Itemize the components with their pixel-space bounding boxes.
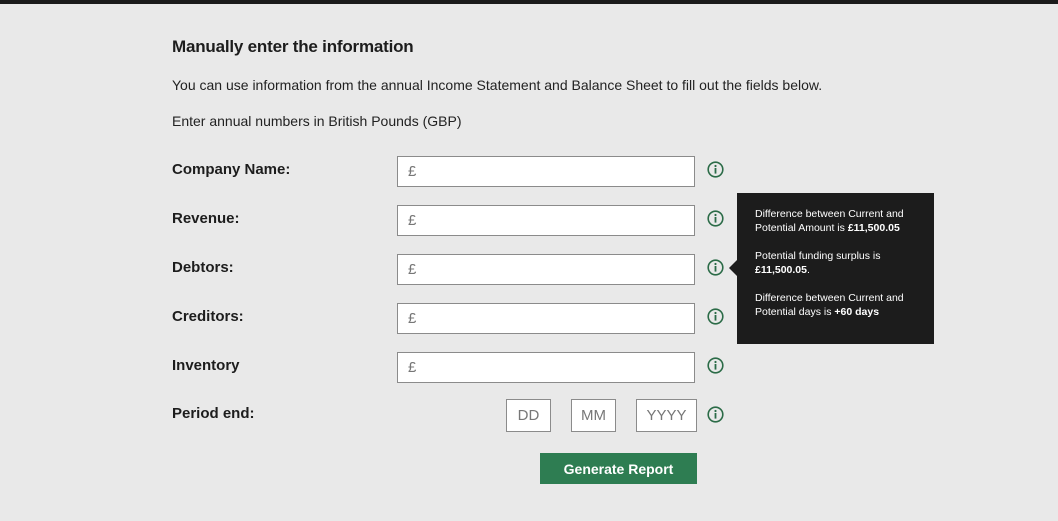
tooltip-days-difference: Difference between Current and Potential… (755, 291, 924, 319)
debtors-label: Debtors: (172, 259, 234, 276)
company-name-input[interactable] (397, 156, 695, 187)
creditors-input[interactable] (397, 303, 695, 334)
period-end-label: Period end: (172, 405, 255, 422)
revenue-label: Revenue: (172, 210, 240, 227)
tooltip-text: . (806, 264, 810, 276)
tooltip-funding-surplus: Potential funding surplus is £11,500.05. (755, 249, 924, 277)
period-end-month-input[interactable] (571, 399, 616, 432)
info-circle-icon[interactable] (707, 357, 724, 374)
period-end-day-input[interactable] (506, 399, 551, 432)
tooltip-value: £11,500.05 (755, 264, 807, 276)
tooltip-value: £11,500.05 (847, 222, 900, 234)
tooltip-text: Difference between Current and Potential… (755, 292, 904, 318)
info-circle-icon[interactable] (707, 210, 724, 227)
info-circle-icon[interactable] (707, 406, 724, 423)
info-circle-icon[interactable] (707, 308, 724, 325)
revenue-input[interactable] (397, 205, 695, 236)
period-end-year-input[interactable] (636, 399, 697, 432)
company-name-label: Company Name: (172, 161, 291, 178)
info-circle-icon[interactable] (707, 161, 724, 178)
inventory-input[interactable] (397, 352, 695, 383)
generate-report-button[interactable]: Generate Report (540, 453, 697, 484)
info-circle-icon[interactable] (707, 259, 724, 276)
page-title: Manually enter the information (172, 37, 414, 56)
intro-text: You can use information from the annual … (172, 77, 823, 93)
info-tooltip: Difference between Current and Potential… (729, 193, 934, 344)
inventory-label: Inventory (172, 357, 240, 374)
creditors-label: Creditors: (172, 308, 244, 325)
tooltip-amount-difference: Difference between Current and Potential… (755, 207, 924, 235)
currency-note: Enter annual numbers in British Pounds (… (172, 113, 462, 129)
tooltip-value: +60 days (834, 306, 880, 318)
top-bar (0, 0, 1058, 4)
debtors-input[interactable] (397, 254, 695, 285)
tooltip-text: Potential funding surplus is (755, 250, 881, 262)
